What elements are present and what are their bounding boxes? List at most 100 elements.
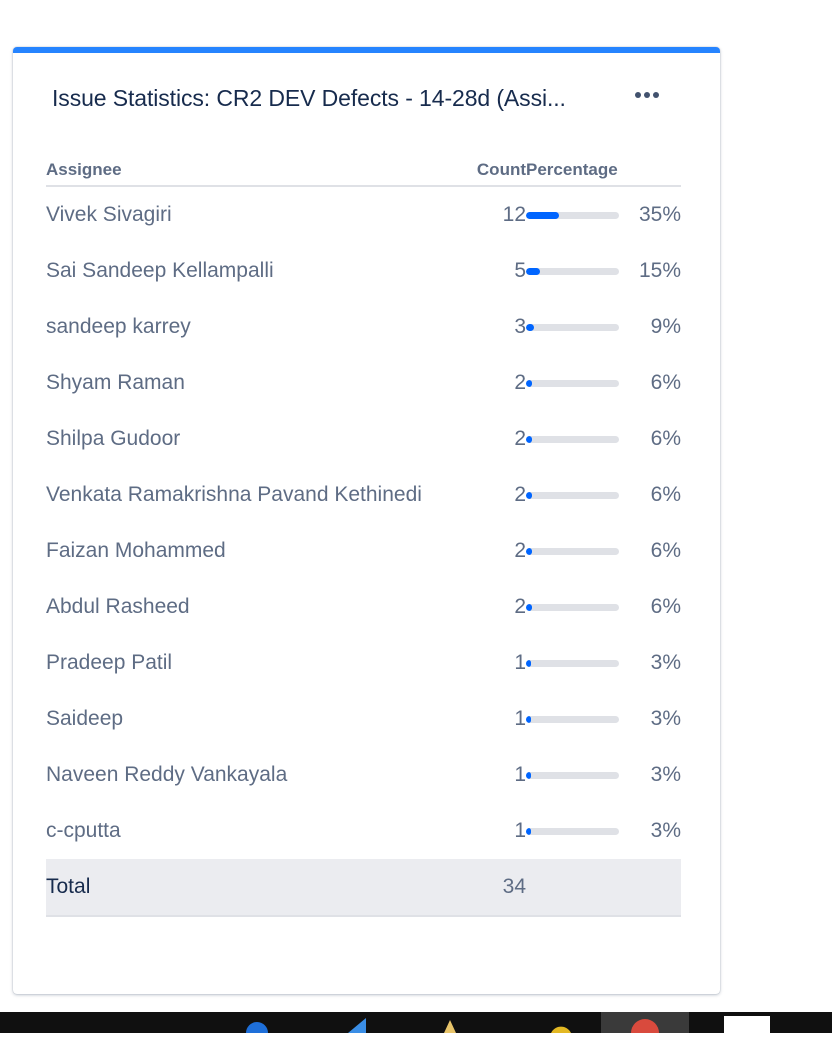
issue-count[interactable]: 1 bbox=[458, 747, 526, 803]
percentage-value: 15% bbox=[638, 259, 681, 282]
total-label: Total bbox=[46, 859, 458, 917]
os-taskbar bbox=[0, 1012, 832, 1033]
table-row: Vivek Sivagiri 12 35% bbox=[46, 186, 681, 243]
issue-statistics-gadget: Issue Statistics: CR2 DEV Defects - 14-2… bbox=[13, 47, 720, 994]
percentage-value: 6% bbox=[650, 539, 681, 562]
assignee-name[interactable]: Faizan Mohammed bbox=[46, 523, 458, 579]
percentage-value: 6% bbox=[650, 427, 681, 450]
issue-statistics-table: Assignee Count Percentage Vivek Sivagiri… bbox=[46, 155, 681, 917]
percentage-bar-fill bbox=[526, 211, 559, 219]
percentage-bar bbox=[526, 379, 619, 387]
percentage-bar-fill bbox=[526, 491, 532, 499]
taskbar-active-app[interactable] bbox=[601, 1012, 689, 1033]
percentage-cell: 6% bbox=[526, 579, 681, 635]
issue-count[interactable]: 2 bbox=[458, 467, 526, 523]
percentage-bar-fill bbox=[526, 659, 531, 667]
total-row: Total 34 bbox=[46, 859, 681, 917]
percentage-bar bbox=[526, 491, 619, 499]
percentage-value: 3% bbox=[650, 651, 681, 674]
table-row: Abdul Rasheed 2 6% bbox=[46, 579, 681, 635]
percentage-cell: 3% bbox=[526, 691, 681, 747]
issue-count[interactable]: 2 bbox=[458, 355, 526, 411]
assignee-name[interactable]: Sai Sandeep Kellampalli bbox=[46, 243, 458, 299]
assignee-name[interactable]: Saideep bbox=[46, 691, 458, 747]
table-row: Sai Sandeep Kellampalli 5 15% bbox=[46, 243, 681, 299]
percentage-value: 9% bbox=[650, 315, 681, 338]
percentage-cell: 6% bbox=[526, 355, 681, 411]
issue-count[interactable]: 1 bbox=[458, 803, 526, 859]
assignee-name[interactable]: Shyam Raman bbox=[46, 355, 458, 411]
more-horizontal-icon bbox=[635, 92, 659, 98]
gadget-accent-bar bbox=[13, 47, 720, 53]
issue-count[interactable]: 1 bbox=[458, 635, 526, 691]
table-row: sandeep karrey 3 9% bbox=[46, 299, 681, 355]
assignee-name[interactable]: Shilpa Gudoor bbox=[46, 411, 458, 467]
percentage-bar bbox=[526, 603, 619, 611]
assignee-name[interactable]: Abdul Rasheed bbox=[46, 579, 458, 635]
issue-count[interactable]: 1 bbox=[458, 691, 526, 747]
percentage-bar bbox=[526, 211, 619, 219]
table-header-row: Assignee Count Percentage bbox=[46, 155, 681, 187]
percentage-bar-fill bbox=[526, 267, 540, 275]
percentage-bar-fill bbox=[526, 435, 532, 443]
percentage-value: 6% bbox=[650, 483, 681, 506]
taskbar-app-icon[interactable] bbox=[724, 1012, 770, 1033]
percentage-bar bbox=[526, 435, 619, 443]
assignee-name[interactable]: sandeep karrey bbox=[46, 299, 458, 355]
issue-count[interactable]: 2 bbox=[458, 411, 526, 467]
percentage-cell: 15% bbox=[526, 243, 681, 299]
more-options-button[interactable] bbox=[627, 81, 667, 109]
percentage-bar bbox=[526, 827, 619, 835]
issue-count[interactable]: 12 bbox=[458, 186, 526, 243]
percentage-bar-fill bbox=[526, 771, 531, 779]
taskbar-app-icon[interactable] bbox=[344, 1012, 370, 1033]
table-row: Saideep 1 3% bbox=[46, 691, 681, 747]
percentage-bar bbox=[526, 715, 619, 723]
column-header-assignee[interactable]: Assignee bbox=[46, 155, 458, 187]
total-count: 34 bbox=[458, 859, 526, 917]
taskbar-app-icon[interactable] bbox=[548, 1012, 574, 1033]
table-row: Faizan Mohammed 2 6% bbox=[46, 523, 681, 579]
assignee-name[interactable]: c-cputta bbox=[46, 803, 458, 859]
percentage-cell: 35% bbox=[526, 186, 681, 243]
table-row: Pradeep Patil 1 3% bbox=[46, 635, 681, 691]
percentage-bar bbox=[526, 771, 619, 779]
issue-count[interactable]: 3 bbox=[458, 299, 526, 355]
percentage-cell: 6% bbox=[526, 411, 681, 467]
table-row: Naveen Reddy Vankayala 1 3% bbox=[46, 747, 681, 803]
percentage-bar bbox=[526, 547, 619, 555]
issue-count[interactable]: 2 bbox=[458, 579, 526, 635]
percentage-bar-fill bbox=[526, 547, 532, 555]
percentage-value: 35% bbox=[638, 203, 681, 226]
total-percentage-cell bbox=[526, 859, 681, 917]
percentage-bar-fill bbox=[526, 379, 532, 387]
gadget-title: Issue Statistics: CR2 DEV Defects - 14-2… bbox=[52, 85, 566, 111]
percentage-bar-fill bbox=[526, 715, 531, 723]
assignee-name[interactable]: Pradeep Patil bbox=[46, 635, 458, 691]
percentage-value: 6% bbox=[650, 595, 681, 618]
assignee-name[interactable]: Venkata Ramakrishna Pavand Kethinedi bbox=[46, 467, 458, 523]
percentage-cell: 9% bbox=[526, 299, 681, 355]
percentage-bar-fill bbox=[526, 323, 534, 331]
percentage-bar-fill bbox=[526, 603, 532, 611]
percentage-value: 6% bbox=[650, 371, 681, 394]
percentage-value: 3% bbox=[650, 819, 681, 842]
percentage-cell: 3% bbox=[526, 635, 681, 691]
column-header-percentage: Percentage bbox=[526, 155, 681, 187]
assignee-name[interactable]: Naveen Reddy Vankayala bbox=[46, 747, 458, 803]
issue-count[interactable]: 5 bbox=[458, 243, 526, 299]
percentage-value: 3% bbox=[650, 707, 681, 730]
percentage-bar-fill bbox=[526, 827, 531, 835]
table-row: c-cputta 1 3% bbox=[46, 803, 681, 859]
table-row: Shyam Raman 2 6% bbox=[46, 355, 681, 411]
percentage-bar bbox=[526, 323, 619, 331]
taskbar-app-icon[interactable] bbox=[440, 1012, 460, 1033]
assignee-name[interactable]: Vivek Sivagiri bbox=[46, 186, 458, 243]
percentage-cell: 3% bbox=[526, 803, 681, 859]
taskbar-app-icon[interactable] bbox=[244, 1012, 270, 1033]
percentage-cell: 6% bbox=[526, 523, 681, 579]
percentage-bar bbox=[526, 659, 619, 667]
column-header-count[interactable]: Count bbox=[458, 155, 526, 187]
percentage-bar bbox=[526, 267, 619, 275]
issue-count[interactable]: 2 bbox=[458, 523, 526, 579]
